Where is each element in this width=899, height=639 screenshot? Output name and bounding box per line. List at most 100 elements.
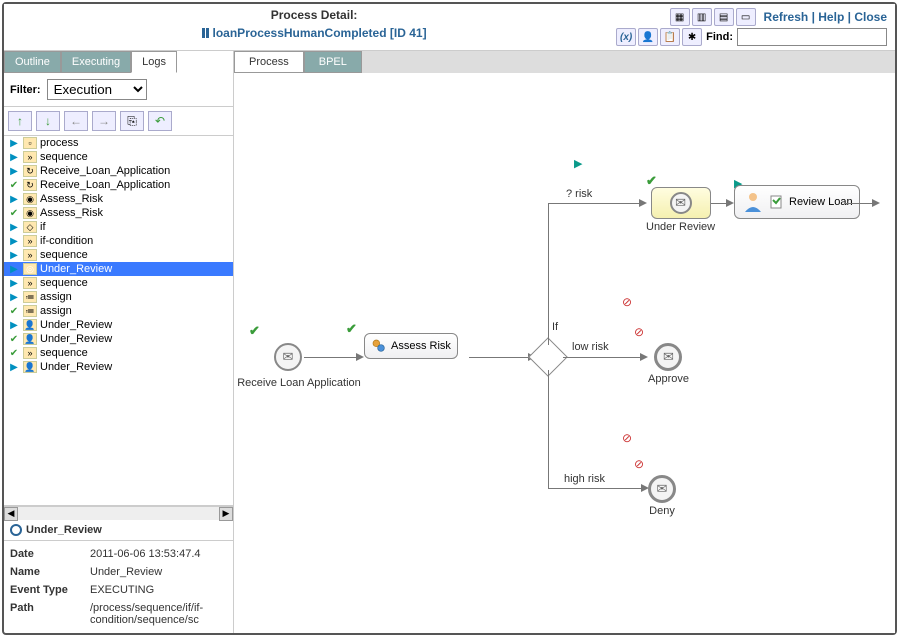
check-icon: ✔ (346, 321, 357, 337)
filter-select[interactable]: Execution (47, 79, 147, 100)
tab-logs[interactable]: Logs (131, 51, 177, 73)
receive-event[interactable]: ✉ (274, 343, 302, 371)
tree-label: assign (40, 291, 72, 303)
envelope-icon: ✉ (654, 343, 682, 371)
envelope-icon: ✉ (648, 475, 676, 503)
tab-bpel[interactable]: BPEL (304, 51, 362, 73)
horizontal-scrollbar[interactable]: ◀ ▶ (4, 506, 233, 520)
under-review-task[interactable]: ✉ Under Review (646, 187, 715, 233)
log-tree[interactable]: ▶▫process▶»sequence▶↻Receive_Loan_Applic… (4, 136, 233, 506)
nav-undo-icon[interactable]: ↶ (148, 111, 172, 131)
header-links: Refresh | Help | Close (764, 10, 887, 24)
approve-event[interactable]: ✉ Approve (648, 343, 689, 385)
tree-row[interactable]: ▶»if-condition (4, 234, 233, 248)
inv-icon: ◉ (23, 193, 37, 205)
path-label: Path (10, 602, 90, 626)
path-value: /process/sequence/if/if-condition/sequen… (90, 602, 227, 626)
tree-label: if-condition (40, 235, 93, 247)
scroll-right-icon[interactable]: ▶ (219, 507, 233, 521)
sidebar-tabs: Outline Executing Logs (4, 51, 233, 73)
view-icons: ▦ ▥ ▤ ▭ (670, 8, 756, 26)
tree-row[interactable]: ✔👤Under_Review (4, 332, 233, 346)
nav-export-icon[interactable]: ⎘ (120, 111, 144, 131)
clipboard-icon (769, 194, 785, 210)
tree-row[interactable]: ✔≔assign (4, 304, 233, 318)
rec-icon: ↻ (23, 165, 37, 177)
tree-row[interactable]: ▶↻Receive_Loan_Application (4, 164, 233, 178)
tree-row[interactable]: ▶👤Under_Review (4, 360, 233, 374)
if-icon: ◇ (23, 221, 37, 233)
scroll-left-icon[interactable]: ◀ (4, 507, 18, 521)
layout-4-icon[interactable]: ▭ (736, 8, 756, 26)
tree-row[interactable]: ▶»sequence (4, 150, 233, 164)
seq-icon: » (23, 347, 37, 359)
tree-row[interactable]: ▶▫process (4, 136, 233, 150)
rec-icon: ↻ (23, 179, 37, 191)
no-entry-icon: ⊘ (622, 295, 632, 309)
tree-label: Under_Review (40, 361, 112, 373)
details-panel: Date2011-06-06 13:53:47.4 NameUnder_Revi… (4, 541, 233, 633)
assess-risk-task[interactable]: Assess Risk (364, 333, 458, 359)
find-input[interactable] (737, 28, 887, 46)
refresh-link[interactable]: Refresh (764, 10, 809, 24)
name-value: Under_Review (90, 566, 227, 578)
play-icon: ▶ (8, 278, 20, 289)
play-icon: ▶ (8, 250, 20, 261)
tree-label: sequence (40, 249, 88, 261)
close-link[interactable]: Close (854, 10, 887, 24)
check-icon: ✔ (8, 306, 20, 317)
play-icon: ▶ (574, 157, 582, 170)
no-entry-icon: ⊘ (634, 457, 644, 471)
tree-row[interactable]: ▶»sequence (4, 276, 233, 290)
tree-label: Assess_Risk (40, 207, 103, 219)
person-icon (741, 190, 765, 214)
doc-icon[interactable]: 📋 (660, 28, 680, 46)
nav-down-icon[interactable]: ↓ (36, 111, 60, 131)
nav-right-icon[interactable]: → (92, 111, 116, 131)
tab-executing[interactable]: Executing (61, 51, 131, 73)
tree-row[interactable]: ▶◎Under_Review (4, 262, 233, 276)
tab-outline[interactable]: Outline (4, 51, 61, 73)
tree-row[interactable]: ▶»sequence (4, 248, 233, 262)
layout-3-icon[interactable]: ▤ (714, 8, 734, 26)
asg-icon: ≔ (23, 305, 37, 317)
filter-label: Filter: (10, 84, 41, 96)
pause-icon (202, 28, 209, 38)
name-label: Name (10, 566, 90, 578)
tree-row[interactable]: ▶◇if (4, 220, 233, 234)
sidebar: Outline Executing Logs Filter: Execution… (4, 51, 234, 633)
ring-icon (10, 524, 22, 536)
layout-1-icon[interactable]: ▦ (670, 8, 690, 26)
nav-up-icon[interactable]: ↑ (8, 111, 32, 131)
find-label: Find: (706, 31, 733, 43)
review-loan-task[interactable]: Review Loan (734, 185, 860, 219)
layout-2-icon[interactable]: ▥ (692, 8, 712, 26)
tree-row[interactable]: ▶👤Under_Review (4, 318, 233, 332)
nav-toolbar: ↑ ↓ ← → ⎘ ↶ (4, 107, 233, 136)
task-icon: 👤 (23, 319, 37, 331)
nav-left-icon[interactable]: ← (64, 111, 88, 131)
tree-row[interactable]: ✔◉Assess_Risk (4, 206, 233, 220)
gateway-label: If (552, 321, 558, 333)
selected-header: Under_Review (4, 520, 233, 541)
help-link[interactable]: Help (818, 10, 844, 24)
tree-row[interactable]: ✔»sequence (4, 346, 233, 360)
variable-icon[interactable]: (x) (616, 28, 636, 46)
envelope-icon: ✉ (274, 343, 302, 371)
tree-label: Under_Review (40, 263, 112, 275)
tree-row[interactable]: ▶◉Assess_Risk (4, 192, 233, 206)
no-entry-icon: ⊘ (622, 431, 632, 445)
tree-label: sequence (40, 277, 88, 289)
tab-process[interactable]: Process (234, 51, 304, 73)
edge (548, 203, 640, 204)
check-icon: ✔ (8, 208, 20, 219)
tree-row[interactable]: ▶≔assign (4, 290, 233, 304)
bug-icon[interactable]: ✱ (682, 28, 702, 46)
process-canvas[interactable]: ✔ ✉ Receive Loan Application ✔ Assess Ri… (234, 73, 895, 633)
gateway-if[interactable] (534, 343, 562, 371)
check-icon: ✔ (8, 348, 20, 359)
tree-row[interactable]: ✔↻Receive_Loan_Application (4, 178, 233, 192)
person-icon[interactable]: 👤 (638, 28, 658, 46)
deny-event[interactable]: ✉ Deny (648, 475, 676, 517)
play-icon: ▶ (8, 236, 20, 247)
